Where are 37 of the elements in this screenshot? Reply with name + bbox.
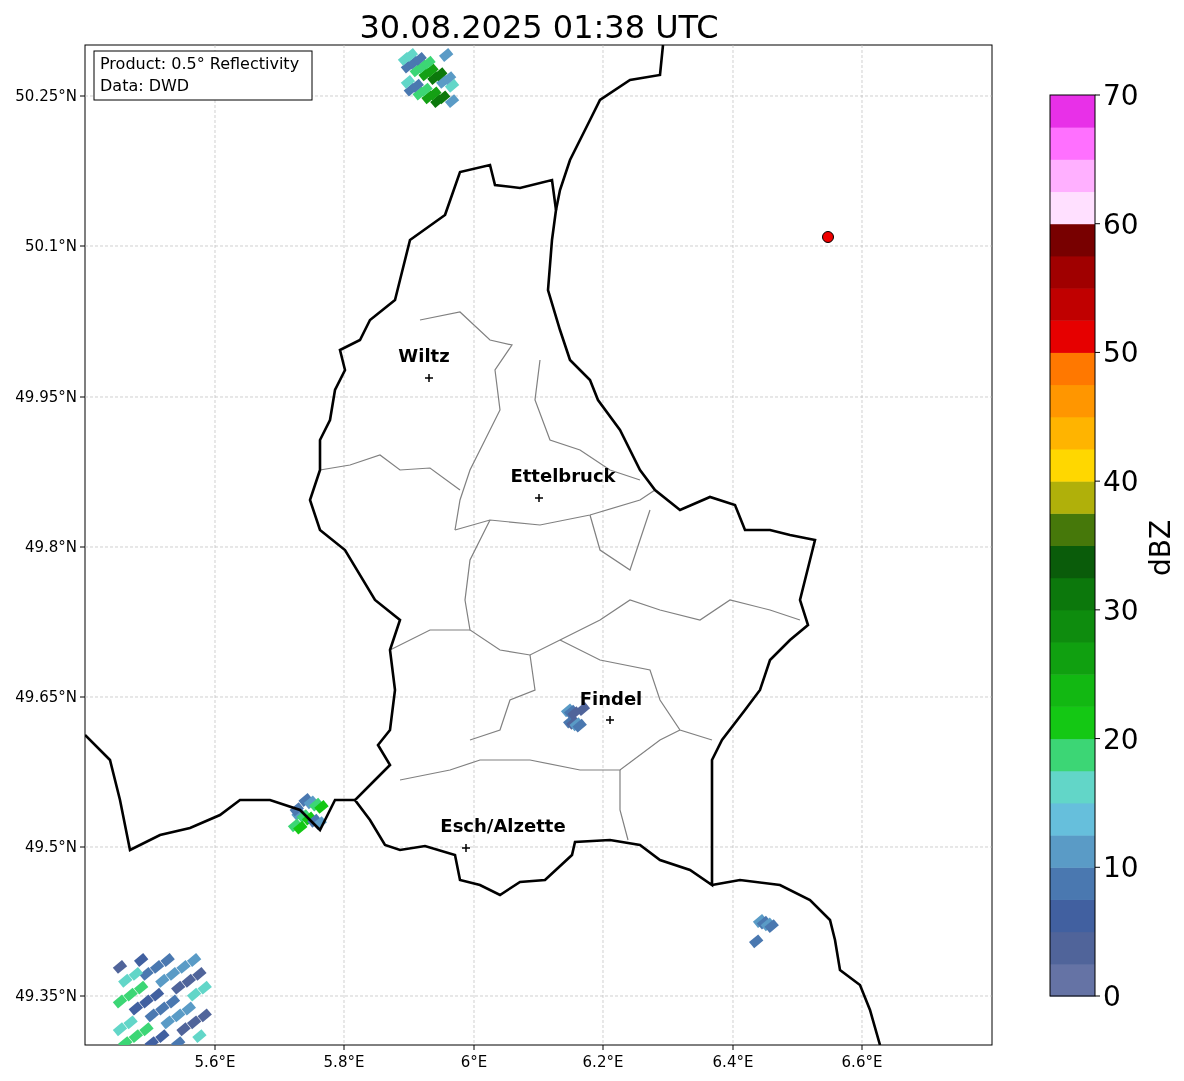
axis-tick-label: 49.35°N (15, 987, 77, 1005)
city-label: Ettelbruck (510, 465, 616, 486)
radar-echo (287, 793, 329, 835)
colorbar-tick-label: 60 (1103, 207, 1139, 241)
city-label: Esch/Alzette (440, 815, 566, 836)
colorbar-tick-label: 0 (1103, 980, 1121, 1013)
colorbar-tick-label: 70 (1103, 79, 1139, 112)
city-marker-icon (605, 715, 615, 725)
colorbar-label: dBZ (1144, 519, 1177, 577)
colorbar-tick-label: 10 (1103, 851, 1139, 885)
axis-tick-label: 6°E (460, 1053, 488, 1071)
city-marker-icon (424, 373, 434, 383)
colorbar-tick-label: 30 (1103, 593, 1139, 627)
info-text: Data: DWD (100, 76, 190, 95)
axis-tick-label: 49.65°N (15, 688, 77, 706)
axis-tick-label: 6.2°E (582, 1053, 624, 1071)
axis-tick-label: 6.4°E (712, 1053, 754, 1071)
city-marker-icon (461, 843, 471, 853)
colorbar-tick-label: 20 (1103, 722, 1139, 756)
axis-tick-label: 49.8°N (24, 538, 77, 556)
info-text: Product: 0.5° Reflectivity (100, 54, 300, 73)
radar-site-marker (822, 231, 834, 243)
radar-echo (397, 48, 460, 109)
axis-tick-label: 5.8°E (323, 1053, 365, 1071)
axis-tick-label: 49.95°N (15, 388, 77, 406)
radar-echo (749, 914, 779, 949)
city-marker-icon (534, 493, 544, 503)
colorbar-tick-label: 40 (1103, 465, 1139, 499)
city-label: Wiltz (398, 345, 450, 366)
axis-tick-label: 49.5°N (24, 838, 77, 856)
axis-tick-label: 5.6°E (194, 1053, 236, 1071)
axis-tick-label: 6.6°E (841, 1053, 883, 1071)
figure-title: 30.08.2025 01:38 UTC (359, 8, 719, 46)
city-label: Findel (579, 688, 643, 709)
axis-tick-label: 50.1°N (24, 237, 77, 255)
colorbar-tick-label: 50 (1103, 336, 1139, 370)
axis-tick-label: 50.25°N (15, 87, 77, 105)
